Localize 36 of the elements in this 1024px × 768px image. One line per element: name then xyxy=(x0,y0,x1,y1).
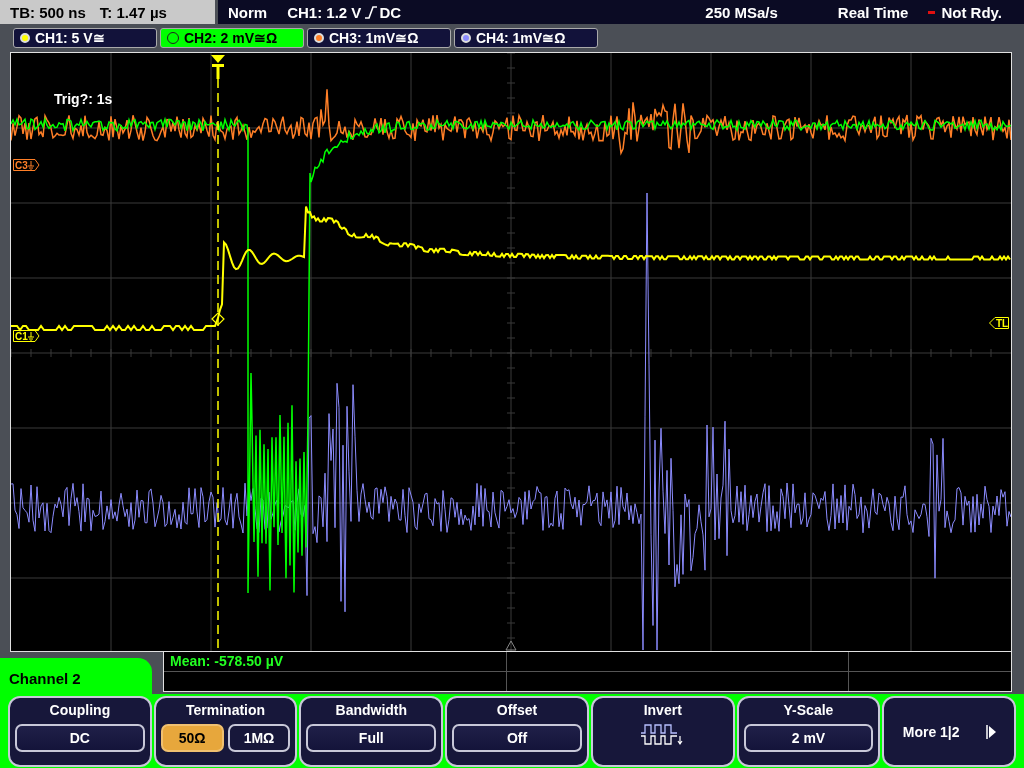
trigger-coupling-text: DC xyxy=(379,3,402,21)
measurement-text: Mean: -578.50 µV xyxy=(169,652,285,669)
trigger-time-text: T: 1.47 µs xyxy=(99,3,167,21)
trigger-mode-text: Norm xyxy=(228,3,268,21)
trigger-point-marker xyxy=(211,312,225,326)
invert-icon xyxy=(640,724,685,746)
channel-tab[interactable]: CH2: 2 mV≅Ω xyxy=(160,28,304,48)
value-button[interactable]: DC xyxy=(15,724,145,752)
channel-tab[interactable]: CH4: 1mV≅Ω xyxy=(454,28,598,48)
softkey-button[interactable]: More 1|2 xyxy=(882,696,1017,767)
rising-edge-icon xyxy=(365,5,378,19)
channel-marker: C3 xyxy=(13,159,40,171)
value-button[interactable]: Full xyxy=(306,724,437,752)
status-indicator-icon xyxy=(928,10,936,14)
option-button[interactable]: 50Ω xyxy=(160,724,224,752)
softkey-button[interactable]: Invert xyxy=(590,696,735,767)
arrow-right-icon xyxy=(985,724,996,739)
center-marker xyxy=(505,640,517,651)
status-text: Not Rdy. xyxy=(941,3,1002,21)
sample-rate-text: 250 MSa/s xyxy=(705,3,778,21)
option-button[interactable]: 1MΩ xyxy=(227,724,291,752)
channel-marker: TL xyxy=(989,317,1009,329)
trigger-status-text: Trig?: 1s xyxy=(54,91,113,107)
softkey-label: Bandwidth xyxy=(335,702,408,718)
trigger-level-text: CH1: 1.2 V xyxy=(287,3,362,21)
softkey-label: Termination xyxy=(186,702,266,718)
channel-tab[interactable]: CH3: 1mV≅Ω xyxy=(307,28,451,48)
channel-marker: C1 xyxy=(13,330,40,342)
timebase-text: TB: 500 ns xyxy=(10,3,86,21)
softkey-label: Offset xyxy=(496,702,538,718)
channel-tab[interactable]: CH1: 5 V≅ xyxy=(13,28,157,48)
acquisition-mode-text: Real Time xyxy=(837,3,909,21)
softkey-label: Y-Scale xyxy=(783,702,834,718)
softkey-label: Coupling xyxy=(49,702,111,718)
value-button[interactable]: Off xyxy=(452,724,582,752)
value-button[interactable]: 2 mV xyxy=(743,724,874,752)
